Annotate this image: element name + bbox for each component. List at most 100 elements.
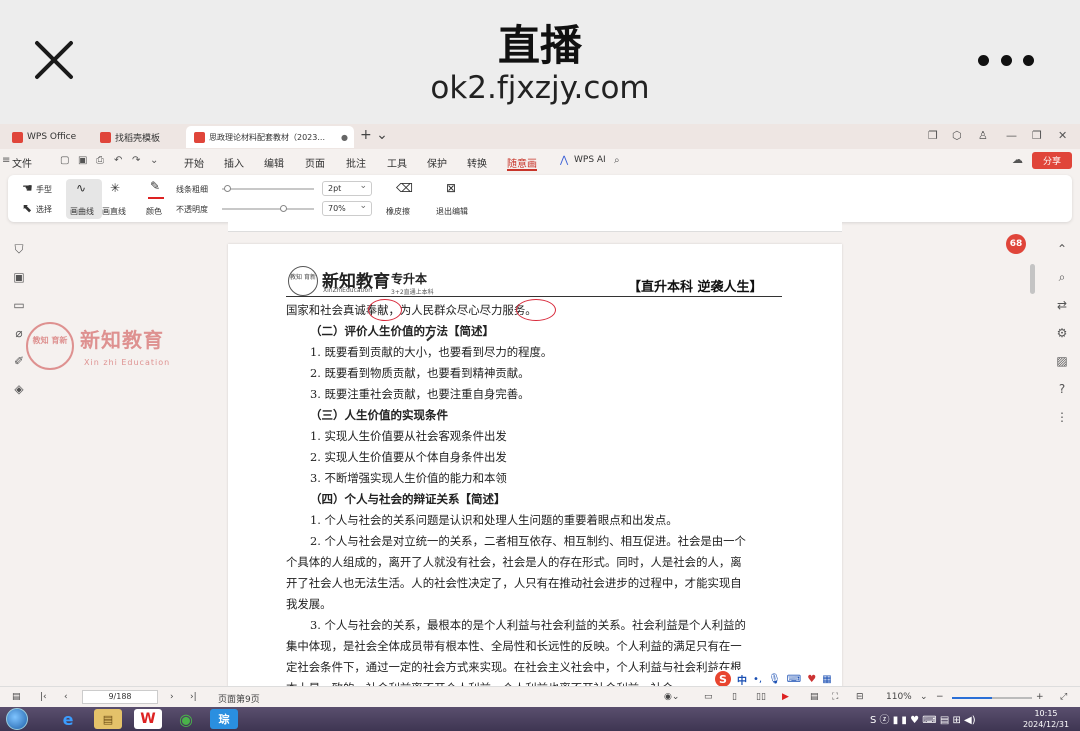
last-page-icon[interactable]: ›| <box>190 692 197 702</box>
zoom-slider[interactable] <box>952 697 1032 699</box>
close-tab-icon[interactable]: ● <box>341 133 348 142</box>
fit-page-icon[interactable]: ⛶ <box>832 692 838 702</box>
exit-edit-label[interactable]: 退出编辑 <box>436 206 468 217</box>
notification-badge[interactable]: 68 <box>1006 234 1026 254</box>
ink-circle-annotation[interactable] <box>516 299 556 321</box>
line-icon[interactable]: ✳ <box>110 181 120 195</box>
opacity-slider-knob[interactable] <box>280 205 287 212</box>
read-mode-icon[interactable]: ▭ <box>704 692 713 702</box>
keyboard-icon[interactable]: ⌨ <box>787 674 801 685</box>
cube-icon[interactable]: ⬡ <box>952 129 962 142</box>
first-page-icon[interactable]: |‹ <box>40 692 47 702</box>
menu-protect[interactable]: 保护 <box>427 155 447 170</box>
sogou-ime-icon[interactable]: S <box>715 671 731 687</box>
screenshot-icon[interactable]: ▨ <box>1054 354 1070 368</box>
zoom-minus-icon[interactable]: − <box>936 692 944 702</box>
toolbox-icon[interactable]: ▦ <box>822 674 831 685</box>
browser-icon[interactable]: ◉ <box>172 709 200 729</box>
layers-icon[interactable]: ◈ <box>12 382 26 396</box>
menu-comment[interactable]: 批注 <box>346 155 366 170</box>
opacity-slider[interactable] <box>222 208 314 210</box>
tab-templates[interactable]: 找稻壳模板 <box>92 126 182 148</box>
thickness-slider[interactable] <box>222 188 314 190</box>
eraser-icon[interactable]: ⌫ <box>396 181 413 195</box>
skin-icon[interactable]: ♥ <box>807 674 816 685</box>
system-clock[interactable]: 10:15 2024/12/31 <box>1018 708 1074 730</box>
zoom-plus-icon[interactable]: + <box>1036 692 1044 702</box>
fullscreen-icon[interactable]: ⤢ <box>1060 692 1067 702</box>
play-icon[interactable]: ▶ <box>782 692 789 702</box>
eraser-label[interactable]: 橡皮擦 <box>386 206 410 217</box>
zoom-level[interactable]: 110% <box>886 692 912 702</box>
search-icon[interactable]: ⌕ <box>614 155 620 166</box>
eye-icon[interactable]: ◉⌄ <box>664 692 679 702</box>
menu-free-draw[interactable]: 随意画 <box>507 155 537 170</box>
select-icon[interactable]: ⬉ <box>22 201 32 215</box>
zoom-dropdown-icon[interactable]: ⌄ <box>920 692 928 702</box>
sidebar-toggle-icon[interactable]: ▤ <box>12 692 21 702</box>
menu-tools[interactable]: 工具 <box>387 155 407 170</box>
microphone-icon[interactable]: 🎙 <box>768 674 781 685</box>
redo-icon[interactable]: ↷ <box>132 155 140 166</box>
dropdown-icon[interactable]: ⌄ <box>150 155 158 166</box>
translate-icon[interactable]: ⇄ <box>1054 298 1070 312</box>
more-vertical-icon[interactable]: ⋮ <box>1054 410 1070 424</box>
color-label[interactable]: 颜色 <box>146 206 162 217</box>
user-icon[interactable]: ♙ <box>978 129 988 142</box>
undo-icon[interactable]: ↶ <box>114 155 122 166</box>
prev-page-icon[interactable]: ‹ <box>64 692 68 702</box>
single-page-icon[interactable]: ▯ <box>732 692 737 702</box>
page-number-input[interactable]: 9/188 <box>82 690 158 704</box>
pen-color-icon[interactable]: ✎ <box>150 179 160 193</box>
zoom-search-icon[interactable]: ⌕ <box>1054 270 1070 285</box>
vertical-scrollbar[interactable] <box>1030 264 1035 294</box>
menu-page[interactable]: 页面 <box>305 155 325 170</box>
ie-icon[interactable]: e <box>54 709 82 729</box>
tab-document[interactable]: 思政理论材料配套教材（2023... ● <box>186 126 354 148</box>
settings-sliders-icon[interactable]: ⚙ <box>1054 326 1070 340</box>
hand-icon[interactable]: ☚ <box>22 181 33 195</box>
chevron-up-icon[interactable]: ⌃ <box>1054 242 1070 256</box>
restore-icon[interactable]: ❐ <box>1032 129 1042 142</box>
punctuation-icon[interactable]: •, <box>753 674 762 685</box>
cloud-icon[interactable]: ☁ <box>1012 153 1023 166</box>
fit-width-icon[interactable]: ▤ <box>810 692 819 702</box>
help-icon[interactable]: ? <box>1054 382 1070 396</box>
menu-hamburger-icon[interactable]: ≡ <box>2 155 10 166</box>
ime-mode[interactable]: 中 <box>737 672 747 687</box>
window-layout-icon[interactable]: ❐ <box>928 129 938 142</box>
share-button[interactable]: 分享 <box>1032 152 1072 169</box>
comment-icon[interactable]: ▭ <box>12 298 26 312</box>
print-icon[interactable]: ⎙ <box>96 155 104 166</box>
explorer-icon[interactable]: ▤ <box>94 709 122 729</box>
zoom-out-icon[interactable]: ⊟ <box>856 692 864 702</box>
thickness-slider-knob[interactable] <box>224 185 231 192</box>
tab-wps-office[interactable]: WPS Office <box>4 126 86 148</box>
line-tool-label[interactable]: 画直线 <box>102 206 126 217</box>
double-page-icon[interactable]: ▯▯ <box>756 692 766 702</box>
menu-edit[interactable]: 编辑 <box>264 155 284 170</box>
signature-icon[interactable]: ✐ <box>12 354 26 368</box>
exit-edit-icon[interactable]: ⊠ <box>446 181 456 195</box>
system-tray[interactable]: S ⓩ ▮ ▮ ♥ ⌨ ▤ ⊞ ◀) <box>870 711 976 726</box>
attachment-icon[interactable]: ⌀ <box>12 326 26 340</box>
minimize-icon[interactable]: — <box>1006 129 1017 142</box>
select-tool-label[interactable]: 选择 <box>36 204 52 215</box>
document-page[interactable]: 教知 育新 新知教育 专升本 XinZhiEducation 3+2直通上本科 … <box>228 244 842 707</box>
menu-start[interactable]: 开始 <box>184 155 204 170</box>
thickness-select[interactable]: 2pt <box>322 180 372 196</box>
menu-wps-ai[interactable]: WPS AI <box>574 155 606 165</box>
menu-convert[interactable]: 转换 <box>467 155 487 170</box>
opacity-select[interactable]: 70% <box>322 200 372 216</box>
more-options-icon[interactable] <box>978 50 1034 70</box>
next-page-icon[interactable]: › <box>170 692 174 702</box>
ink-circle-annotation[interactable] <box>368 299 402 321</box>
save-icon[interactable]: ▣ <box>78 155 87 166</box>
bookmark-icon[interactable]: ⛉ <box>12 242 26 256</box>
new-tab-icon[interactable]: + ⌄ <box>360 127 388 143</box>
folder-icon[interactable]: ▢ <box>60 155 69 166</box>
classroom-app-icon[interactable]: 琮 <box>210 709 238 729</box>
wps-taskbar-icon[interactable]: W <box>134 709 162 729</box>
start-button[interactable] <box>6 708 28 730</box>
thumbnail-icon[interactable]: ▣ <box>12 270 26 284</box>
